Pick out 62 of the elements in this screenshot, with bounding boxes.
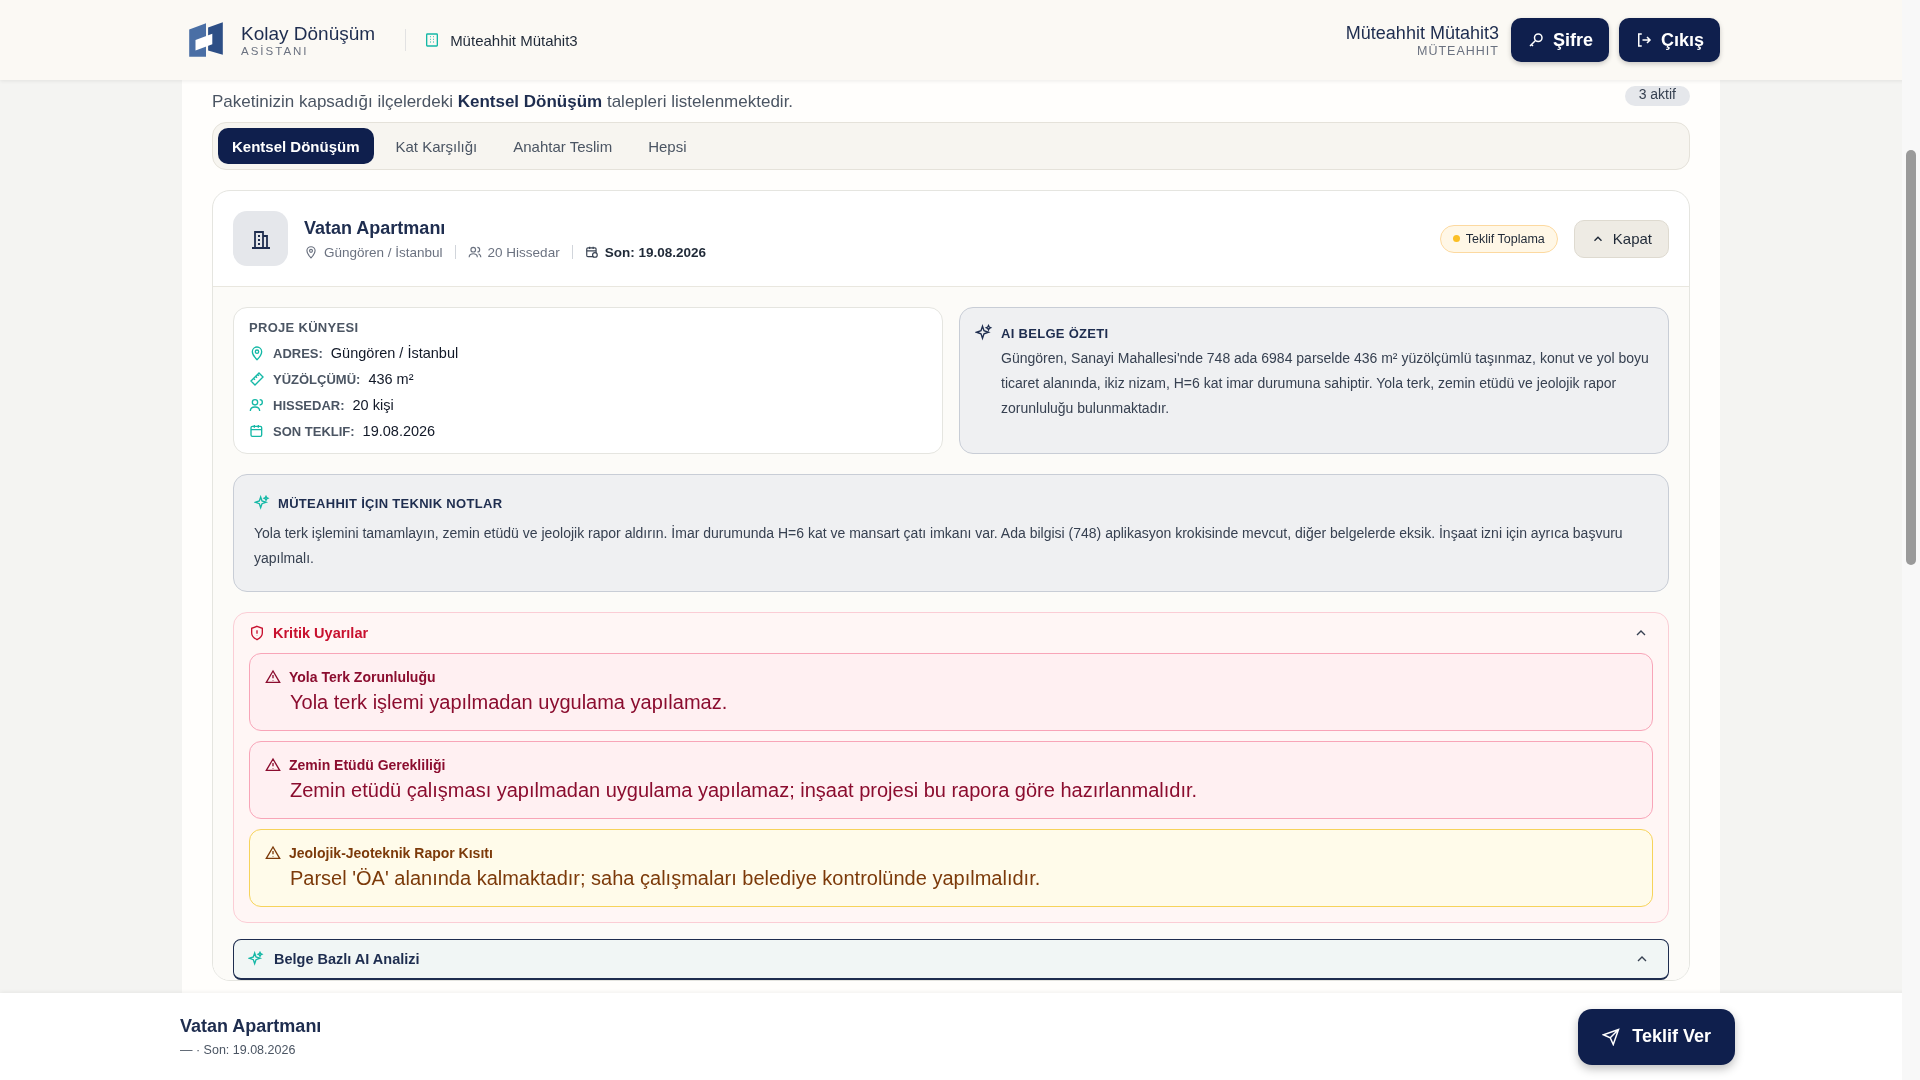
scrollbar[interactable] <box>1902 0 1920 1080</box>
password-button[interactable]: Şifre <box>1510 18 1609 62</box>
project-name: Vatan Apartmanı <box>304 217 447 239</box>
collapse-button[interactable]: Kapat <box>1573 219 1669 258</box>
warning-text: Yola terk işlemi yapılmadan uygulama yapılamaz. <box>290 691 729 714</box>
ai-summary-text: Güngören, Sanayi Mahallesi'nde 748 ada 6984 parselde 436 m² yüzölçümlü taşınmaz, konut ve yol boyu ticaret alanında, ikiz nizam, H=6 kat imar durumuna sahiptir. Yola terk, zemin etüdü ve jeolojik rapor zorunluluğu bulunmaktadır. <box>1001 349 1650 418</box>
field-value: Güngören / İstanbul <box>330 345 459 361</box>
user-role: MÜTEAHHIT <box>1417 43 1499 58</box>
section-title: Kritik Uyarılar <box>273 625 370 641</box>
calendar-icon <box>249 423 265 439</box>
warning-text: Parsel 'ÖA' alanında kalmaktadır; saha çalışmaları belediye kontrolünde yapılmalıdır. <box>290 867 1042 890</box>
section-title: Belge Bazlı AI Analizi <box>274 951 421 967</box>
sparkle-icon <box>254 495 270 511</box>
tab[interactable]: Anahtar Teslim <box>499 128 627 164</box>
section-title: AI BELGE ÖZETI <box>1001 325 1109 341</box>
footer-deadline: — · Son: 19.08.2026 <box>180 1043 297 1057</box>
field-label: HISSEDAR: <box>273 397 345 413</box>
warning-title: Yola Terk Zorunluluğu <box>289 669 436 685</box>
field-value: 20 kişi <box>352 397 394 413</box>
tab[interactable]: Hepsi <box>634 128 701 164</box>
field-label: SON TEKLIF: <box>273 423 355 439</box>
location-pin-icon <box>249 345 265 361</box>
technical-notes-text: Yola terk işlemini tamamlayın, zemin etüdü ve jeolojik rapor aldırın. İmar durumunda H=6 kat ve mansart çatı imkanı var. Ada bilgisi (748) aplikasyon krokisinde mevcut, diğer belgelerde eksik. İnşaat izni için ayrıca başvuru yapılmalı. <box>254 524 1624 568</box>
project-location: Güngören / İstanbul <box>324 244 443 260</box>
tab[interactable]: Kentsel Dönüşüm <box>218 128 374 164</box>
submit-offer-button[interactable]: Teklif Ver <box>1578 1008 1735 1065</box>
project-deadline: Son: 19.08.2026 <box>604 244 706 260</box>
shield-alert-icon <box>249 625 265 641</box>
brand-subtitle: ASİSTANI <box>241 45 309 57</box>
field-value: 19.08.2026 <box>362 423 436 439</box>
send-icon <box>1602 1027 1621 1046</box>
company-name: Müteahhit Mütahit3 <box>450 31 578 49</box>
logout-button[interactable]: Çıkış <box>1618 18 1720 62</box>
footer-project-name: Vatan Apartmanı <box>180 1016 322 1037</box>
intro-text: Paketinizin kapsadığı ilçelerdeki Kentsel Dönüşüm talepleri listelenmektedir. <box>212 92 794 112</box>
user-name: Müteahhit Mütahit3 <box>1345 22 1499 44</box>
section-title: PROJE KÜNYESI <box>249 320 360 335</box>
warning-title: Jeolojik-Jeoteknik Rapor Kısıtı <box>289 845 493 861</box>
calendar-icon <box>584 245 599 259</box>
warning-icon <box>265 845 281 861</box>
active-count-badge: 3 aktif <box>1624 86 1690 106</box>
status-badge: Teklif Toplama <box>1439 224 1558 253</box>
location-pin-icon <box>304 245 318 259</box>
tab[interactable]: Kat Karşılığı <box>381 128 492 164</box>
warning-text: Zemin etüdü çalışması yapılmadan uygulama yapılamaz; inşaat projesi bu rapora göre hazırlanmalıdır. <box>290 779 1199 802</box>
warning-icon <box>265 757 281 773</box>
warning-icon <box>265 669 281 685</box>
field-label: YÜZÖLÇÜMÜ: <box>273 371 361 387</box>
brand-name: Kolay Dönüşüm <box>241 23 376 45</box>
people-icon <box>249 397 265 413</box>
project-shareholders: 20 Hissedar <box>487 244 560 260</box>
warning-title: Zemin Etüdü Gerekliliği <box>289 757 446 773</box>
section-title: MÜTEAHHIT İÇIN TEKNIK NOTLAR <box>278 495 503 511</box>
field-label: ADRES: <box>273 345 323 361</box>
ruler-icon <box>249 371 265 387</box>
building-icon <box>233 211 288 266</box>
building-icon <box>424 32 441 48</box>
scrollbar-thumb[interactable] <box>1906 150 1916 565</box>
sparkle-icon <box>248 951 264 967</box>
sparkle-icon <box>975 324 993 342</box>
people-icon <box>467 245 482 259</box>
field-value: 436 m² <box>368 371 414 387</box>
